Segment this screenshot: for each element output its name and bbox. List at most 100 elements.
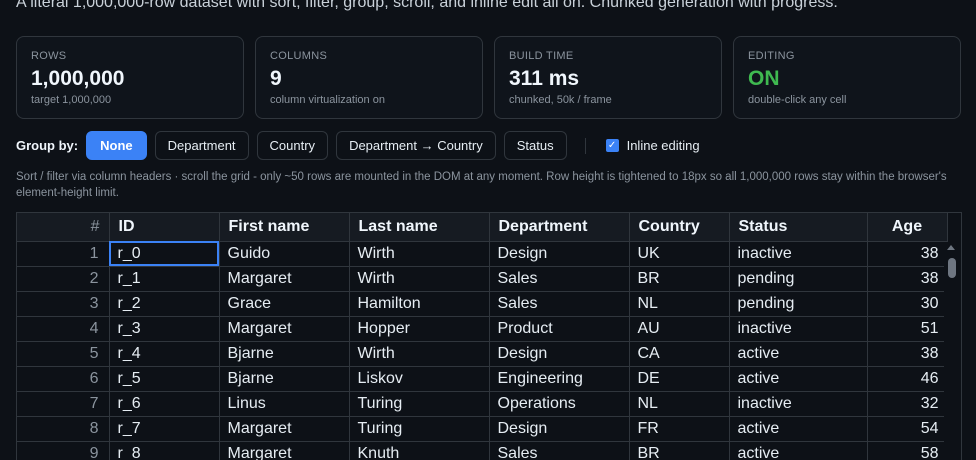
cell-age[interactable]: 38 — [867, 341, 948, 367]
table-row[interactable]: 7 r_6 Linus Turing Operations NL inactive 32 — [17, 391, 948, 417]
cell-status[interactable]: inactive — [729, 391, 868, 417]
cell-age[interactable]: 38 — [867, 241, 948, 267]
table-row[interactable]: 8 r_7 Margaret Turing Design FR active 54 — [17, 416, 948, 442]
cell-id[interactable]: r_2 — [109, 291, 220, 317]
cell-age[interactable]: 32 — [867, 391, 948, 417]
cell-first-name[interactable]: Margaret — [219, 441, 350, 460]
data-grid[interactable]: # ID First name Last name Department Cou… — [16, 212, 962, 460]
cell-last-name[interactable]: Hopper — [349, 316, 490, 342]
cell-department[interactable]: Sales — [489, 441, 630, 460]
header-last-name[interactable]: Last name — [349, 213, 490, 242]
inline-editing-label: Inline editing — [626, 138, 700, 153]
cell-department[interactable]: Sales — [489, 266, 630, 292]
cell-status[interactable]: inactive — [729, 316, 868, 342]
cell-country[interactable]: UK — [629, 241, 730, 267]
cell-id[interactable]: r_5 — [109, 366, 220, 392]
cell-country[interactable]: DE — [629, 366, 730, 392]
cell-last-name[interactable]: Wirth — [349, 341, 490, 367]
cell-id[interactable]: r_1 — [109, 266, 220, 292]
cell-last-name[interactable]: Wirth — [349, 241, 490, 267]
checkbox-checked-icon[interactable]: ✓ — [605, 139, 619, 152]
cell-id[interactable]: r_4 — [109, 341, 220, 367]
cell-first-name[interactable]: Guido — [219, 241, 350, 267]
header-row-number[interactable]: # — [17, 213, 110, 242]
stat-card-columns: COLUMNS 9 column virtualization on — [255, 36, 483, 119]
header-country[interactable]: Country — [629, 213, 730, 242]
cell-id[interactable]: r_0 — [109, 241, 220, 267]
group-department-button[interactable]: Department — [154, 131, 249, 160]
cell-department[interactable]: Product — [489, 316, 630, 342]
header-age[interactable]: Age — [867, 213, 948, 242]
cell-status[interactable]: active — [729, 341, 868, 367]
cell-first-name[interactable]: Margaret — [219, 416, 350, 442]
group-none-button[interactable]: None — [86, 131, 147, 160]
cell-last-name[interactable]: Turing — [349, 416, 490, 442]
cell-status[interactable]: active — [729, 366, 868, 392]
cell-country[interactable]: FR — [629, 416, 730, 442]
inline-editing-toggle[interactable]: ✓ Inline editing — [605, 138, 700, 153]
cell-department[interactable]: Design — [489, 416, 630, 442]
header-id[interactable]: ID — [109, 213, 220, 242]
cell-row-number: 1 — [17, 241, 110, 267]
cell-country[interactable]: AU — [629, 316, 730, 342]
cell-age[interactable]: 38 — [867, 266, 948, 292]
cell-department[interactable]: Design — [489, 341, 630, 367]
cell-age[interactable]: 51 — [867, 316, 948, 342]
cell-country[interactable]: NL — [629, 291, 730, 317]
cell-department[interactable]: Engineering — [489, 366, 630, 392]
cell-first-name[interactable]: Margaret — [219, 266, 350, 292]
cell-age[interactable]: 54 — [867, 416, 948, 442]
cell-id[interactable]: r_8 — [109, 441, 220, 460]
cell-last-name[interactable]: Wirth — [349, 266, 490, 292]
cell-status[interactable]: active — [729, 416, 868, 442]
header-first-name[interactable]: First name — [219, 213, 350, 242]
cell-department[interactable]: Design — [489, 241, 630, 267]
cell-department[interactable]: Operations — [489, 391, 630, 417]
cell-first-name[interactable]: Grace — [219, 291, 350, 317]
header-row: # ID First name Last name Department Cou… — [17, 213, 948, 242]
group-by-bar: Group by: None Department Country Depart… — [16, 131, 700, 160]
cell-first-name[interactable]: Bjarne — [219, 366, 350, 392]
cell-age[interactable]: 30 — [867, 291, 948, 317]
table-row[interactable]: 4 r_3 Margaret Hopper Product AU inactive 51 — [17, 316, 948, 342]
cell-age[interactable]: 46 — [867, 366, 948, 392]
cell-country[interactable]: CA — [629, 341, 730, 367]
table-row[interactable]: 9 r_8 Margaret Knuth Sales BR active 58 — [17, 441, 948, 460]
cell-id[interactable]: r_3 — [109, 316, 220, 342]
cell-department[interactable]: Sales — [489, 291, 630, 317]
cell-first-name[interactable]: Linus — [219, 391, 350, 417]
cell-row-number: 7 — [17, 391, 110, 417]
table-row[interactable]: 1 r_0 Guido Wirth Design UK inactive 38 — [17, 241, 948, 267]
cell-last-name[interactable]: Hamilton — [349, 291, 490, 317]
vertical-scrollbar[interactable] — [944, 242, 961, 460]
table-row[interactable]: 3 r_2 Grace Hamilton Sales NL pending 30 — [17, 291, 948, 317]
cell-country[interactable]: BR — [629, 441, 730, 460]
cell-country[interactable]: BR — [629, 266, 730, 292]
table-row[interactable]: 6 r_5 Bjarne Liskov Engineering DE active 46 — [17, 366, 948, 392]
cell-status[interactable]: pending — [729, 291, 868, 317]
divider — [584, 137, 586, 154]
cell-status[interactable]: active — [729, 441, 868, 460]
cell-country[interactable]: NL — [629, 391, 730, 417]
table-row[interactable]: 2 r_1 Margaret Wirth Sales BR pending 38 — [17, 266, 948, 292]
cell-id[interactable]: r_7 — [109, 416, 220, 442]
cell-first-name[interactable]: Margaret — [219, 316, 350, 342]
intro-text: A literal 1,000,000-row dataset with sor… — [16, 0, 838, 11]
stat-value: 9 — [270, 67, 282, 90]
cell-last-name[interactable]: Liskov — [349, 366, 490, 392]
scroll-up-arrow-icon[interactable] — [947, 245, 955, 250]
cell-status[interactable]: inactive — [729, 241, 868, 267]
cell-last-name[interactable]: Turing — [349, 391, 490, 417]
table-row[interactable]: 5 r_4 Bjarne Wirth Design CA active 38 — [17, 341, 948, 367]
group-department-country-button[interactable]: Department → Country — [336, 131, 496, 160]
scrollbar-thumb[interactable] — [948, 258, 956, 278]
cell-id[interactable]: r_6 — [109, 391, 220, 417]
cell-first-name[interactable]: Bjarne — [219, 341, 350, 367]
cell-last-name[interactable]: Knuth — [349, 441, 490, 460]
group-status-button[interactable]: Status — [503, 131, 567, 160]
cell-status[interactable]: pending — [729, 266, 868, 292]
cell-age[interactable]: 58 — [867, 441, 948, 460]
group-country-button[interactable]: Country — [256, 131, 329, 160]
header-status[interactable]: Status — [729, 213, 868, 242]
header-department[interactable]: Department — [489, 213, 630, 242]
